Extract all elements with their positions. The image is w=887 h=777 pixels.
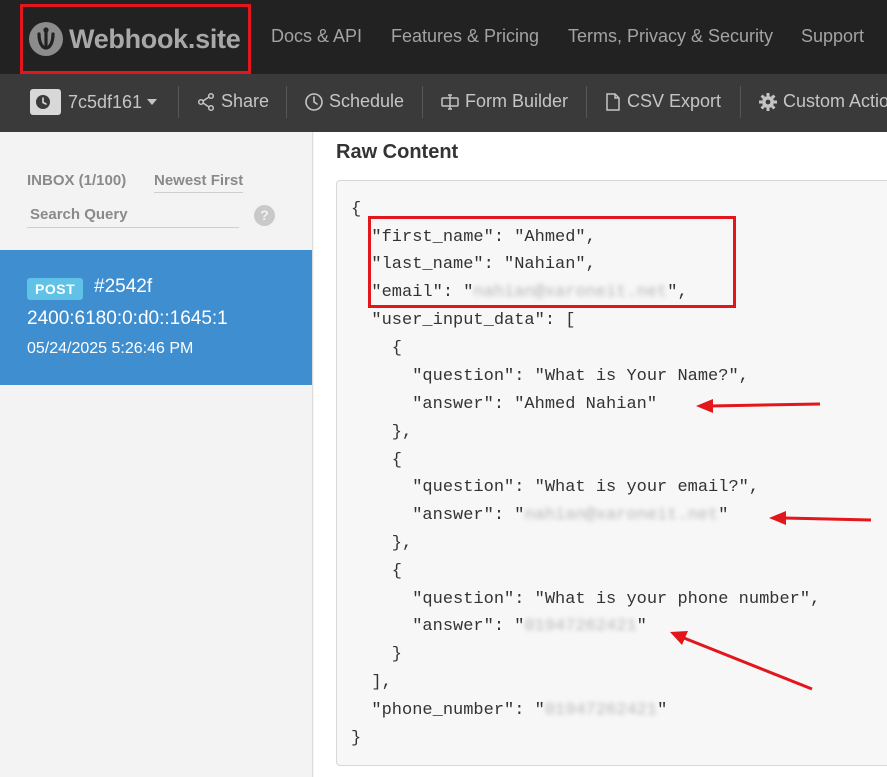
json-line-text: "answer": " <box>351 617 525 636</box>
custom-actions-label: Custom Actions <box>783 91 887 111</box>
json-line: "question": "What is Your Name?", <box>351 367 749 386</box>
json-line: ], <box>351 673 392 692</box>
form-builder-button[interactable]: Form Builder <box>440 91 568 112</box>
help-icon[interactable]: ? <box>254 205 275 226</box>
redacted-answer-phone: 01947262421 <box>524 617 637 636</box>
toolbar-divider <box>586 86 587 118</box>
nav-support[interactable]: Support <box>801 26 864 47</box>
json-line: "question": "What is your email?", <box>351 478 760 497</box>
sort-selector[interactable]: Newest First <box>154 172 244 193</box>
request-sidebar: INBOX (1/100) Newest First ? POST #2542f… <box>0 132 313 777</box>
nav-features-pricing[interactable]: Features & Pricing <box>391 26 539 47</box>
custom-actions-button[interactable]: Custom Actions <box>758 91 887 112</box>
json-line: }, <box>351 423 413 442</box>
json-line-suffix: " <box>657 701 668 720</box>
redacted-phone-number: 01947262421 <box>544 701 658 720</box>
file-icon <box>606 92 620 111</box>
webhook-logo-icon <box>29 22 63 56</box>
share-icon <box>197 92 215 111</box>
gear-icon <box>759 92 777 111</box>
json-line: "answer": "nahian@xaroneit.net" <box>351 506 728 525</box>
json-line: "question": "What is your phone number", <box>351 590 821 609</box>
toolbar-divider <box>422 86 423 118</box>
json-line-text: "phone_number": " <box>351 701 545 720</box>
request-list-item[interactable]: POST #2542f 2400:6180:0:d0::1645:1 05/24… <box>0 250 312 385</box>
nav-docs-api[interactable]: Docs & API <box>271 26 362 47</box>
json-line: "phone_number": "01947262421" <box>351 701 667 720</box>
json-line: "answer": "01947262421" <box>351 617 647 636</box>
json-line-suffix: " <box>636 617 647 636</box>
redacted-answer-email: nahian@xaroneit.net <box>524 506 719 525</box>
token-label: 7c5df161 <box>68 91 143 112</box>
inbox-count: INBOX (1/100) <box>27 172 127 189</box>
caret-down-icon <box>147 99 158 105</box>
schedule-clock-icon <box>305 92 323 111</box>
toolbar-divider <box>286 86 287 118</box>
json-line: { <box>351 562 403 581</box>
csv-export-button[interactable]: CSV Export <box>604 91 721 112</box>
share-button[interactable]: Share <box>196 91 269 112</box>
form-builder-label: Form Builder <box>465 91 569 111</box>
json-line: } <box>351 729 362 748</box>
request-ip: 2400:6180:0:d0::1645:1 <box>27 308 228 329</box>
search-input[interactable] <box>27 202 239 228</box>
method-badge: POST <box>27 278 84 300</box>
json-line: } <box>351 645 403 664</box>
json-line: { <box>351 200 362 219</box>
json-line: { <box>351 451 403 470</box>
json-line-text: "answer": " <box>351 506 525 525</box>
schedule-label: Schedule <box>329 91 405 111</box>
json-line: "user_input_data": [ <box>351 311 576 330</box>
toolbar-divider <box>178 86 179 118</box>
nav-terms-privacy[interactable]: Terms, Privacy & Security <box>568 26 773 47</box>
json-line: }, <box>351 534 413 553</box>
json-line: { <box>351 339 403 358</box>
top-navbar: Webhook.site Docs & API Features & Prici… <box>0 0 887 74</box>
token-dropdown[interactable]: 7c5df161 <box>30 89 158 115</box>
csv-export-label: CSV Export <box>627 91 722 111</box>
json-line-suffix: " <box>718 506 729 525</box>
schedule-button[interactable]: Schedule <box>304 91 404 112</box>
raw-content-title: Raw Content <box>336 141 459 163</box>
toolbar: 7c5df161 Share Schedule Form Builder CSV… <box>0 74 887 132</box>
brand-link[interactable]: Webhook.site <box>20 4 251 74</box>
form-builder-icon <box>441 93 459 110</box>
toolbar-divider <box>740 86 741 118</box>
clock-icon <box>30 89 61 115</box>
request-timestamp: 05/24/2025 5:26:46 PM <box>27 340 194 357</box>
annotation-highlight-box <box>368 216 736 308</box>
request-id: #2542f <box>94 276 153 297</box>
json-line: "answer": "Ahmed Nahian" <box>351 395 658 414</box>
share-label: Share <box>221 91 270 111</box>
brand-name: Webhook.site <box>69 23 241 54</box>
